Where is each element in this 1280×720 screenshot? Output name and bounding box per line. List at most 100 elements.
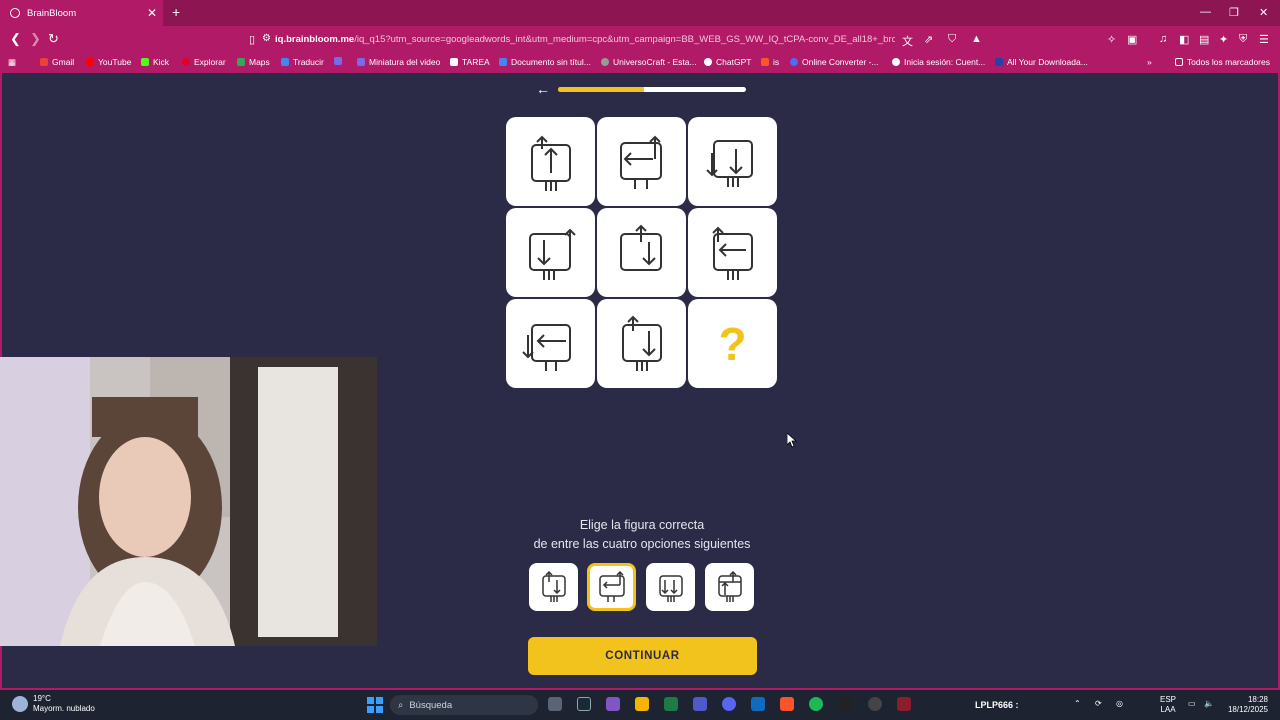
progress-bar <box>558 87 746 92</box>
bookmark-youtube[interactable]: YouTube <box>86 57 131 67</box>
minimize-icon[interactable]: — <box>1200 6 1211 18</box>
music-icon[interactable]: ♫ <box>1159 33 1167 45</box>
puzzle-cell-1 <box>506 117 595 206</box>
share-icon[interactable]: ⇗ <box>924 33 933 46</box>
screenshot-icon[interactable]: ▣ <box>1127 33 1137 46</box>
bookmark-icon[interactable]: ▯ <box>249 33 255 46</box>
copilot-icon[interactable] <box>606 697 620 711</box>
bookmark-maps[interactable]: Maps <box>237 57 270 67</box>
figure-icon <box>717 570 742 602</box>
reload-icon[interactable]: ↻ <box>48 31 59 47</box>
puzzle-cell-4 <box>506 208 595 297</box>
instruction-line-1: Elige la figura correcta <box>579 518 705 532</box>
translate-icon[interactable]: 文 <box>902 33 913 49</box>
windows-start-icon[interactable] <box>367 697 383 713</box>
shield-icon[interactable]: ⛉ <box>948 33 956 46</box>
weather-desc: Mayorm. nublado <box>33 704 95 713</box>
bookmark-kick[interactable]: Kick <box>141 57 169 67</box>
bookmark-tarea[interactable]: TAREA <box>450 57 490 67</box>
figure-icon <box>528 228 576 280</box>
bookmark-documento[interactable]: Documento sin títul... <box>499 57 591 67</box>
extensions-icon[interactable]: ✧ <box>1107 33 1116 46</box>
sync-icon[interactable]: ⟳ <box>1095 699 1102 709</box>
network-icon[interactable]: ◎ <box>1116 699 1123 709</box>
tray-expand-icon[interactable]: ⌃ <box>1074 699 1081 709</box>
answer-option-1[interactable] <box>529 563 578 611</box>
puzzle-cell-5 <box>597 208 686 297</box>
brave-icon[interactable] <box>780 697 794 711</box>
question-mark: ? <box>718 317 747 370</box>
globe-icon <box>10 8 20 18</box>
tab-brainbloom[interactable]: BrainBloom ✕ <box>0 0 163 26</box>
bookmark-miniatura[interactable]: Miniatura del video <box>357 57 440 67</box>
bookmark-explorar[interactable]: Explorar <box>182 57 226 67</box>
url-field[interactable]: iq.brainbloom.me/iq_q15?utm_source=googl… <box>275 30 895 50</box>
webcam-overlay <box>0 357 377 646</box>
search-placeholder: Búsqueda <box>409 699 453 711</box>
bookmark-universocraft[interactable]: UniversoCraft - Esta... <box>601 57 697 67</box>
bookmark-all-your-downloads[interactable]: All Your Downloada... <box>995 57 1088 67</box>
steam-icon[interactable] <box>577 697 591 711</box>
restore-icon[interactable]: ❐ <box>1229 6 1239 19</box>
answer-option-2[interactable] <box>587 563 636 611</box>
weather-widget[interactable]: 19°C Mayorm. nublado <box>12 694 95 714</box>
puzzle-cell-missing: ? <box>688 299 777 388</box>
alert-icon[interactable]: ▲ <box>971 33 982 45</box>
obs-icon[interactable] <box>868 697 882 711</box>
mail-icon[interactable] <box>751 697 765 711</box>
close-window-icon[interactable]: ✕ <box>1259 6 1268 19</box>
figure-icon <box>658 575 683 602</box>
menu-icon[interactable]: ☰ <box>1259 33 1269 46</box>
user-label: LPLP666 : <box>975 700 1019 710</box>
instruction-line-2: de entre las cuatro opciones siguientes <box>533 536 751 551</box>
taskbar: 19°C Mayorm. nublado ⌕ Búsqueda LPLP666 … <box>0 690 1280 720</box>
answer-option-4[interactable] <box>705 563 754 611</box>
volume-icon[interactable]: 🔈 <box>1204 699 1214 709</box>
bookmark-inicia-sesion[interactable]: Inicia sesión: Cuent... <box>892 57 985 67</box>
sidebar-icon[interactable]: ◧ <box>1179 33 1189 46</box>
teams-icon[interactable] <box>693 697 707 711</box>
language-indicator[interactable]: ESP LAA <box>1160 695 1176 715</box>
date: 18/12/2025 <box>1227 705 1268 714</box>
back-icon[interactable]: ❮ <box>10 31 21 47</box>
site-info-icon[interactable]: ⚙ <box>262 33 271 44</box>
webcam-image <box>0 357 377 646</box>
bookmark-gmail[interactable]: Gmail <box>40 57 74 67</box>
address-toolbar: ❮ ❯ ↻ ▯ ⚙ iq.brainbloom.me/iq_q15?utm_so… <box>0 26 1280 53</box>
wallet-icon[interactable]: ▤ <box>1199 33 1209 46</box>
more-bookmarks-icon[interactable]: » <box>1147 57 1152 67</box>
taskbar-search[interactable]: ⌕ Búsqueda <box>390 695 538 715</box>
answer-option-3[interactable] <box>646 563 695 611</box>
bookmark-online-converter[interactable]: Online Converter -... <box>790 57 879 67</box>
figure-icon <box>541 570 566 602</box>
task-view-icon[interactable] <box>548 697 562 711</box>
app-icon-3[interactable] <box>897 697 911 711</box>
app-icon[interactable] <box>664 697 678 711</box>
app-icon-2[interactable] <box>839 697 853 711</box>
puzzle-cell-3 <box>688 117 777 206</box>
spotify-icon[interactable] <box>809 697 823 711</box>
close-tab-icon[interactable]: ✕ <box>147 6 157 20</box>
quiz-back-arrow-icon[interactable]: ← <box>536 81 550 97</box>
vpn-icon[interactable]: ⛨ <box>1239 33 1247 46</box>
puzzle-cell-6 <box>688 208 777 297</box>
apps-icon[interactable]: ▦ <box>8 57 16 68</box>
clock[interactable]: 18:28 18/12/2025 <box>1224 695 1268 715</box>
display-icon[interactable]: ▭ <box>1188 699 1196 709</box>
new-tab-icon[interactable]: + <box>172 4 180 20</box>
tab-bar: BrainBloom ✕ + — ❐ ✕ <box>0 0 1280 26</box>
search-icon: ⌕ <box>398 699 404 711</box>
continue-button[interactable]: CONTINUAR <box>528 637 757 675</box>
discord-icon[interactable] <box>722 697 736 711</box>
bookmark-unnamed[interactable] <box>334 57 346 65</box>
file-explorer-icon[interactable] <box>635 697 649 711</box>
mouse-cursor-icon <box>787 433 797 448</box>
bookmark-chatgpt[interactable]: ChatGPT <box>704 57 751 67</box>
figure-icon <box>711 226 753 280</box>
all-bookmarks[interactable]: Todos los marcadores <box>1174 57 1270 67</box>
bookmark-is[interactable]: is <box>761 57 779 67</box>
ai-icon[interactable]: ✦ <box>1219 33 1228 46</box>
forward-icon[interactable]: ❯ <box>30 31 41 47</box>
figure-icon <box>619 135 662 189</box>
bookmark-traducir[interactable]: Traducir <box>281 57 324 67</box>
